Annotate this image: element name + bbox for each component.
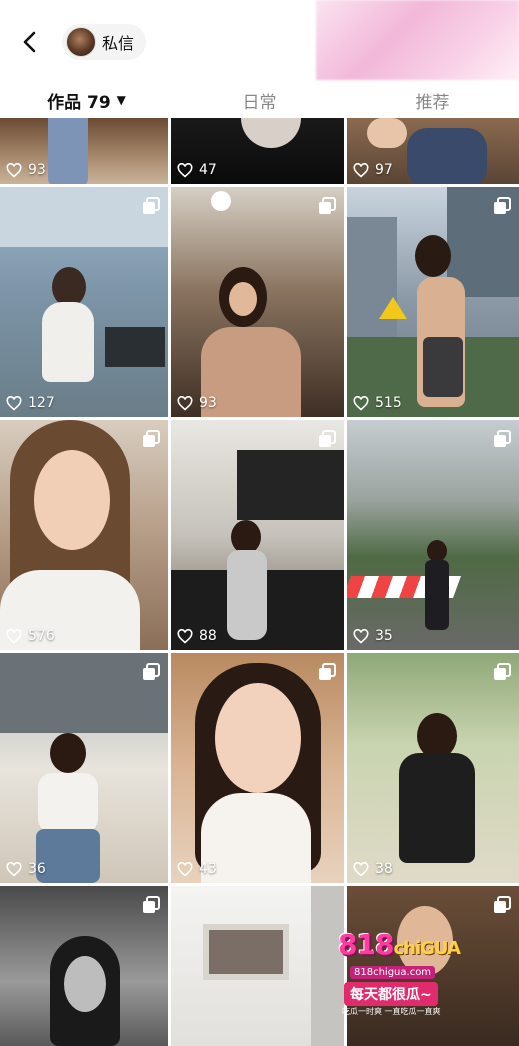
likes-count: 38 bbox=[353, 861, 393, 877]
heart-icon bbox=[6, 628, 22, 644]
post-tile[interactable]: 43 bbox=[171, 653, 344, 883]
post-tile[interactable]: 93 bbox=[0, 118, 168, 184]
post-tile[interactable] bbox=[171, 886, 344, 1046]
tab-daily-label: 日常 bbox=[242, 92, 277, 113]
blurred-banner bbox=[316, 0, 519, 80]
chevron-left-icon bbox=[23, 31, 36, 53]
likes-count: 35 bbox=[353, 628, 393, 644]
likes-count: 93 bbox=[177, 395, 217, 411]
heart-icon bbox=[353, 861, 369, 877]
tab-works-label: 作品 79 bbox=[47, 92, 111, 113]
post-grid: 93 47 97 127 93 515 576 88 35 36 43 38 8… bbox=[0, 118, 519, 1046]
heart-icon bbox=[177, 395, 193, 411]
heart-icon bbox=[6, 861, 22, 877]
likes-count: 43 bbox=[177, 861, 217, 877]
promo-slogan: 每天都很瓜~ bbox=[344, 982, 438, 1006]
likes-count: 47 bbox=[177, 162, 217, 178]
multi-photo-icon bbox=[319, 197, 336, 214]
tab-recommended[interactable]: 推荐 bbox=[346, 82, 519, 118]
private-message-button[interactable]: 私信 bbox=[62, 24, 147, 60]
post-tile[interactable] bbox=[0, 886, 168, 1046]
likes-count: 93 bbox=[6, 162, 46, 178]
multi-photo-icon bbox=[143, 896, 160, 913]
heart-icon bbox=[177, 628, 193, 644]
post-tile[interactable]: 36 bbox=[0, 653, 168, 883]
post-tile[interactable]: 97 bbox=[347, 118, 519, 184]
tab-works[interactable]: 作品 79 ▼ bbox=[0, 82, 173, 118]
likes-count: 36 bbox=[6, 861, 46, 877]
post-tile[interactable]: 93 bbox=[171, 187, 344, 417]
caret-down-icon: ▼ bbox=[116, 93, 126, 107]
back-button[interactable] bbox=[14, 26, 46, 58]
multi-photo-icon bbox=[319, 663, 336, 680]
heart-icon bbox=[177, 861, 193, 877]
heart-icon bbox=[177, 162, 193, 178]
multi-photo-icon bbox=[319, 430, 336, 447]
post-tile[interactable]: 47 bbox=[171, 118, 344, 184]
multi-photo-icon bbox=[494, 197, 511, 214]
post-tile[interactable]: 576 bbox=[0, 420, 168, 650]
likes-count: 97 bbox=[353, 162, 393, 178]
promo-logo: 818chiGUA bbox=[338, 928, 461, 961]
likes-count: 127 bbox=[6, 395, 55, 411]
likes-count: 515 bbox=[353, 395, 402, 411]
heart-icon bbox=[353, 628, 369, 644]
post-tile[interactable]: 35 bbox=[347, 420, 519, 650]
heart-icon bbox=[6, 162, 22, 178]
multi-photo-icon bbox=[143, 663, 160, 680]
likes-count: 576 bbox=[6, 628, 55, 644]
likes-count: 88 bbox=[177, 628, 217, 644]
heart-icon bbox=[6, 395, 22, 411]
multi-photo-icon bbox=[494, 663, 511, 680]
heart-icon bbox=[353, 162, 369, 178]
multi-photo-icon bbox=[494, 430, 511, 447]
heart-icon bbox=[353, 395, 369, 411]
tab-daily[interactable]: 日常 bbox=[173, 82, 346, 118]
promo-watermark: 818chiGUA 818chigua.com 每天都很瓜~ 吃瓜一时爽 一直吃… bbox=[334, 920, 519, 1030]
tab-recommended-label: 推荐 bbox=[415, 92, 450, 113]
private-message-label: 私信 bbox=[102, 34, 135, 53]
post-tile[interactable]: 515 bbox=[347, 187, 519, 417]
post-tile[interactable]: 88 bbox=[171, 420, 344, 650]
multi-photo-icon bbox=[143, 430, 160, 447]
post-tile[interactable]: 127 bbox=[0, 187, 168, 417]
avatar bbox=[66, 27, 96, 57]
promo-tagline: 吃瓜一时爽 一直吃瓜一直爽 bbox=[342, 1007, 441, 1016]
post-tile[interactable]: 38 bbox=[347, 653, 519, 883]
multi-photo-icon bbox=[143, 197, 160, 214]
promo-url: 818chigua.com bbox=[350, 966, 436, 979]
multi-photo-icon bbox=[494, 896, 511, 913]
content-tabs: 作品 79 ▼ 日常 推荐 bbox=[0, 82, 519, 118]
top-bar: 私信 bbox=[0, 0, 519, 82]
